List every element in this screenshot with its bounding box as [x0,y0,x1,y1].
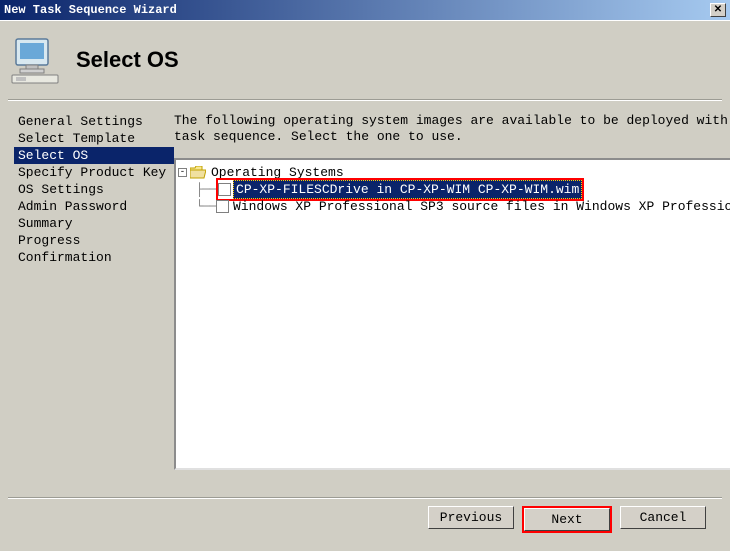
next-button[interactable]: Next [524,508,610,531]
nav-os-settings[interactable]: OS Settings [14,181,174,198]
cancel-button[interactable]: Cancel [620,506,706,529]
tree-item-label: CP-XP-FILESCDrive in CP-XP-WIM CP-XP-WIM… [233,180,582,199]
cd-icon [218,183,231,196]
previous-button[interactable]: Previous [428,506,514,529]
titlebar: New Task Sequence Wizard ✕ [0,0,730,20]
wizard-window: New Task Sequence Wizard ✕ Select OS Gen… [0,0,730,551]
folder-open-icon [190,166,206,179]
separator [8,99,722,101]
nav-admin-password[interactable]: Admin Password [14,198,174,215]
main-panel: The following operating system images ar… [174,113,730,483]
content: General Settings Select Template Select … [8,113,722,483]
description-text: The following operating system images ar… [174,113,730,146]
nav-confirmation[interactable]: Confirmation [14,249,174,266]
header: Select OS [8,29,722,99]
nav-progress[interactable]: Progress [14,232,174,249]
page-title: Select OS [76,47,179,73]
button-row: Previous Next Cancel [428,506,706,533]
nav-specify-product-key[interactable]: Specify Product Key [14,164,174,181]
wizard-nav: General Settings Select Template Select … [8,113,174,483]
tree-item-label: Windows XP Professional SP3 source files… [231,198,730,215]
window-body: Select OS General Settings Select Templa… [0,20,730,551]
tree-collapse-icon[interactable]: - [178,168,187,177]
tree-item[interactable]: ├── CP-XP-FILESCDrive in CP-XP-WIM CP-XP… [178,181,730,198]
separator [8,497,722,499]
nav-summary[interactable]: Summary [14,215,174,232]
computer-icon [10,35,62,85]
os-tree[interactable]: - Operating Systems ├── CP-XP-FILESCDriv… [174,158,730,470]
highlight-box: Next [522,506,612,533]
tree-line-icon: └── [182,198,216,215]
cd-icon [216,200,229,213]
nav-select-template[interactable]: Select Template [14,130,174,147]
window-title: New Task Sequence Wizard [4,3,177,17]
close-button[interactable]: ✕ [710,3,726,17]
nav-general-settings[interactable]: General Settings [14,113,174,130]
nav-select-os[interactable]: Select OS [14,147,174,164]
tree-item[interactable]: └── Windows XP Professional SP3 source f… [178,198,730,215]
tree-line-icon: ├── [182,181,216,198]
